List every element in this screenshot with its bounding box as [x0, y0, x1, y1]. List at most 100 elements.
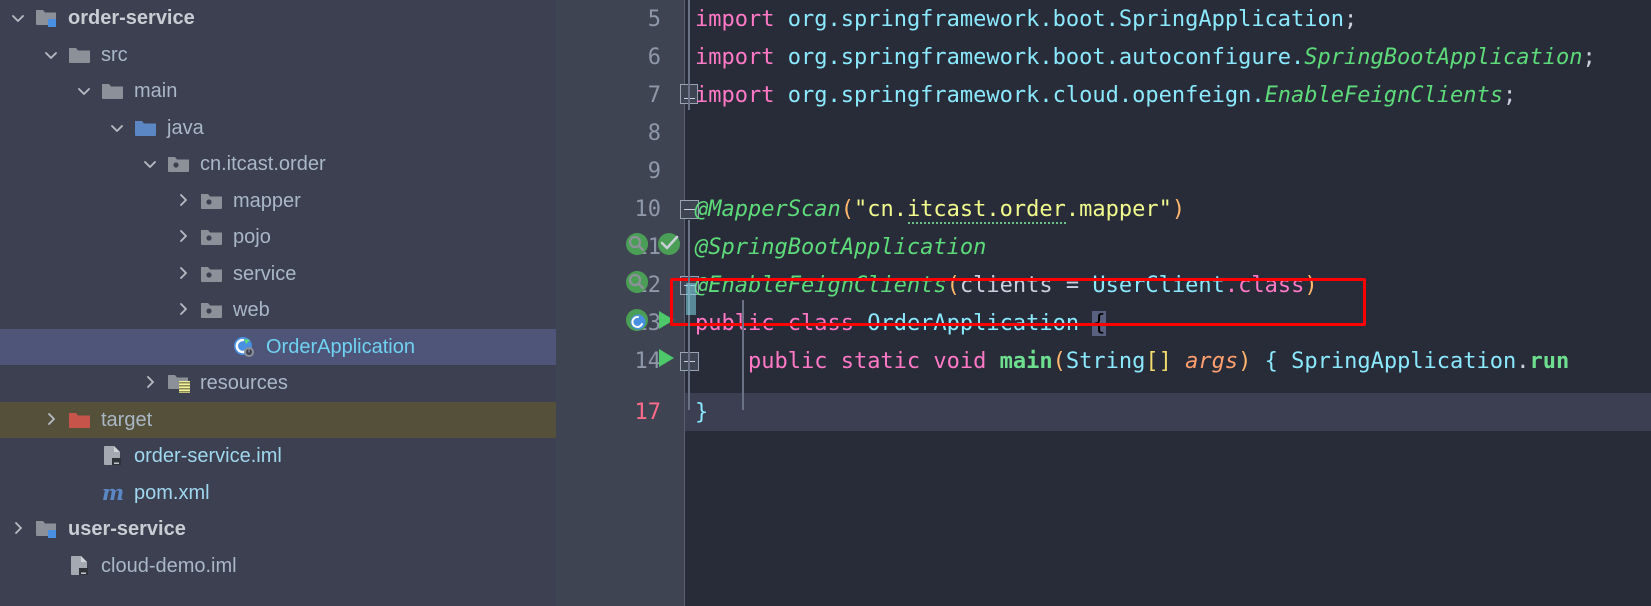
- package-icon: [199, 299, 225, 321]
- module-folder-icon: [34, 7, 60, 29]
- package-icon: [166, 153, 192, 175]
- tree-row-java[interactable]: java: [0, 110, 556, 147]
- code-line-8[interactable]: 8: [556, 114, 1651, 152]
- chevron-down-icon[interactable]: [8, 8, 28, 28]
- line-number: 5: [647, 6, 661, 32]
- chevron-right-icon[interactable]: [140, 373, 160, 393]
- tree-row-label: java: [167, 116, 204, 139]
- folder-icon: [100, 80, 126, 102]
- line-number: 7: [647, 82, 661, 108]
- spring-class-icon: [232, 336, 258, 358]
- tree-row-label: user-service: [68, 518, 186, 541]
- tree-row-cloud-demo-iml[interactable]: cloud-demo.iml: [0, 548, 556, 585]
- iml-file-icon: [67, 555, 93, 577]
- code-line-6[interactable]: 6 import org.springframework.boot.autocon…: [556, 38, 1651, 76]
- fold-region-line: [688, 220, 690, 410]
- tree-row-web[interactable]: web: [0, 292, 556, 329]
- tree-arrow-placeholder: [41, 556, 61, 576]
- line-number: 9: [647, 158, 661, 184]
- tree-row-user-service[interactable]: user-service: [0, 511, 556, 548]
- chevron-down-icon[interactable]: [107, 118, 127, 138]
- tree-row-mapper[interactable]: mapper: [0, 183, 556, 220]
- tree-row-label: order-service: [68, 7, 195, 30]
- code-text: @SpringBootApplication: [695, 234, 987, 260]
- tree-row-pom-xml[interactable]: m pom.xml: [0, 475, 556, 512]
- chevron-right-icon[interactable]: [8, 519, 28, 539]
- chevron-right-icon[interactable]: [173, 227, 193, 247]
- code-text: @MapperScan("cn.itcast.order.mapper"): [695, 196, 1185, 227]
- tree-row-service[interactable]: service: [0, 256, 556, 293]
- code-text: import org.springframework.boot.autoconf…: [695, 44, 1596, 70]
- chevron-down-icon[interactable]: [74, 81, 94, 101]
- code-line-5[interactable]: 5 import org.springframework.boot.SpringA…: [556, 0, 1651, 38]
- tree-row-order-service[interactable]: order-service: [0, 0, 556, 37]
- tree-row-target[interactable]: target: [0, 401, 556, 438]
- line-number: 14: [634, 348, 662, 374]
- line-number: 10: [634, 196, 662, 222]
- tree-row-label: pojo: [233, 226, 271, 249]
- tree-row-label: pom.xml: [134, 481, 210, 504]
- tree-row-label: src: [101, 43, 128, 66]
- code-text: public class OrderApplication {: [695, 310, 1106, 336]
- maven-icon: m: [101, 480, 125, 506]
- code-text: public static void main(String[] args) {…: [747, 348, 1570, 374]
- chevron-right-icon[interactable]: [41, 410, 61, 430]
- package-icon: [199, 190, 225, 212]
- run-icon[interactable]: [654, 308, 678, 338]
- tree-row-src[interactable]: src: [0, 37, 556, 74]
- line-number: 17: [634, 399, 662, 425]
- chevron-down-icon[interactable]: [140, 154, 160, 174]
- chevron-right-icon[interactable]: [173, 264, 193, 284]
- tree-row-order-service-iml[interactable]: order-service.iml: [0, 438, 556, 475]
- chevron-down-icon[interactable]: [41, 45, 61, 65]
- ide-window: order-service src main java cn.itcast.order m…: [0, 0, 1651, 606]
- tree-row-label: main: [134, 80, 178, 103]
- spring-bean-icon[interactable]: [624, 307, 650, 339]
- tree-row-label: order-service.iml: [134, 445, 282, 468]
- iml-file-icon: [100, 445, 126, 467]
- code-line-11[interactable]: 11 @SpringBootApplication: [556, 228, 1651, 266]
- tree-row-orderapplication[interactable]: OrderApplication: [0, 328, 556, 365]
- tree-arrow-placeholder: [206, 337, 226, 357]
- tree-row-label: cn.itcast.order: [200, 153, 326, 176]
- resources-folder-icon: [166, 372, 192, 394]
- code-line-10[interactable]: 10 @MapperScan("cn.itcast.order.mapper"): [556, 190, 1651, 228]
- code-text: import org.springframework.boot.SpringAp…: [695, 6, 1358, 32]
- line-selection-marker: [686, 283, 696, 315]
- code-line-7[interactable]: 7 import org.springframework.cloud.openfe…: [556, 76, 1651, 114]
- project-tool-window[interactable]: order-service src main java cn.itcast.order m…: [0, 0, 556, 606]
- fold-region-line: [688, 0, 690, 110]
- line-number: 8: [647, 120, 661, 146]
- bean-search-icon[interactable]: [624, 269, 650, 301]
- tree-row-label: web: [233, 299, 270, 322]
- code-text: }: [695, 399, 709, 425]
- tree-arrow-placeholder: [74, 483, 94, 503]
- run-icon[interactable]: [654, 346, 678, 376]
- tree-row-label: mapper: [233, 189, 301, 212]
- code-text: import org.springframework.cloud.openfei…: [695, 82, 1517, 108]
- tree-row-resources[interactable]: resources: [0, 365, 556, 402]
- code-editor[interactable]: 5 import org.springframework.boot.SpringA…: [556, 0, 1651, 606]
- module-folder-icon: [34, 518, 60, 540]
- tree-row-label: OrderApplication: [266, 335, 415, 358]
- tree-row-label: target: [101, 408, 153, 431]
- chevron-right-icon[interactable]: [173, 300, 193, 320]
- tree-row-label: cloud-demo.iml: [101, 554, 237, 577]
- code-line-14[interactable]: 14 public static void main(String[] args…: [556, 342, 1651, 380]
- package-icon: [199, 226, 225, 248]
- tree-row-label: resources: [200, 372, 288, 395]
- code-line-12[interactable]: 12 @EnableFeignClients(clients = UserClie…: [556, 266, 1651, 304]
- bean-check-icon[interactable]: [656, 231, 682, 263]
- code-line-17[interactable]: 17}: [556, 393, 1651, 431]
- line-number: 6: [647, 44, 661, 70]
- code-line-13[interactable]: 13 public class OrderApplication {: [556, 304, 1651, 342]
- tree-arrow-placeholder: [74, 446, 94, 466]
- code-line-9[interactable]: 9: [556, 152, 1651, 190]
- tree-row-main[interactable]: main: [0, 73, 556, 110]
- tree-row-label: service: [233, 262, 297, 285]
- tree-row-cn-itcast-order[interactable]: cn.itcast.order: [0, 146, 556, 183]
- bean-search-icon[interactable]: [624, 231, 650, 263]
- chevron-right-icon[interactable]: [173, 191, 193, 211]
- tree-row-pojo[interactable]: pojo: [0, 219, 556, 256]
- folded-region-background: [685, 393, 1651, 431]
